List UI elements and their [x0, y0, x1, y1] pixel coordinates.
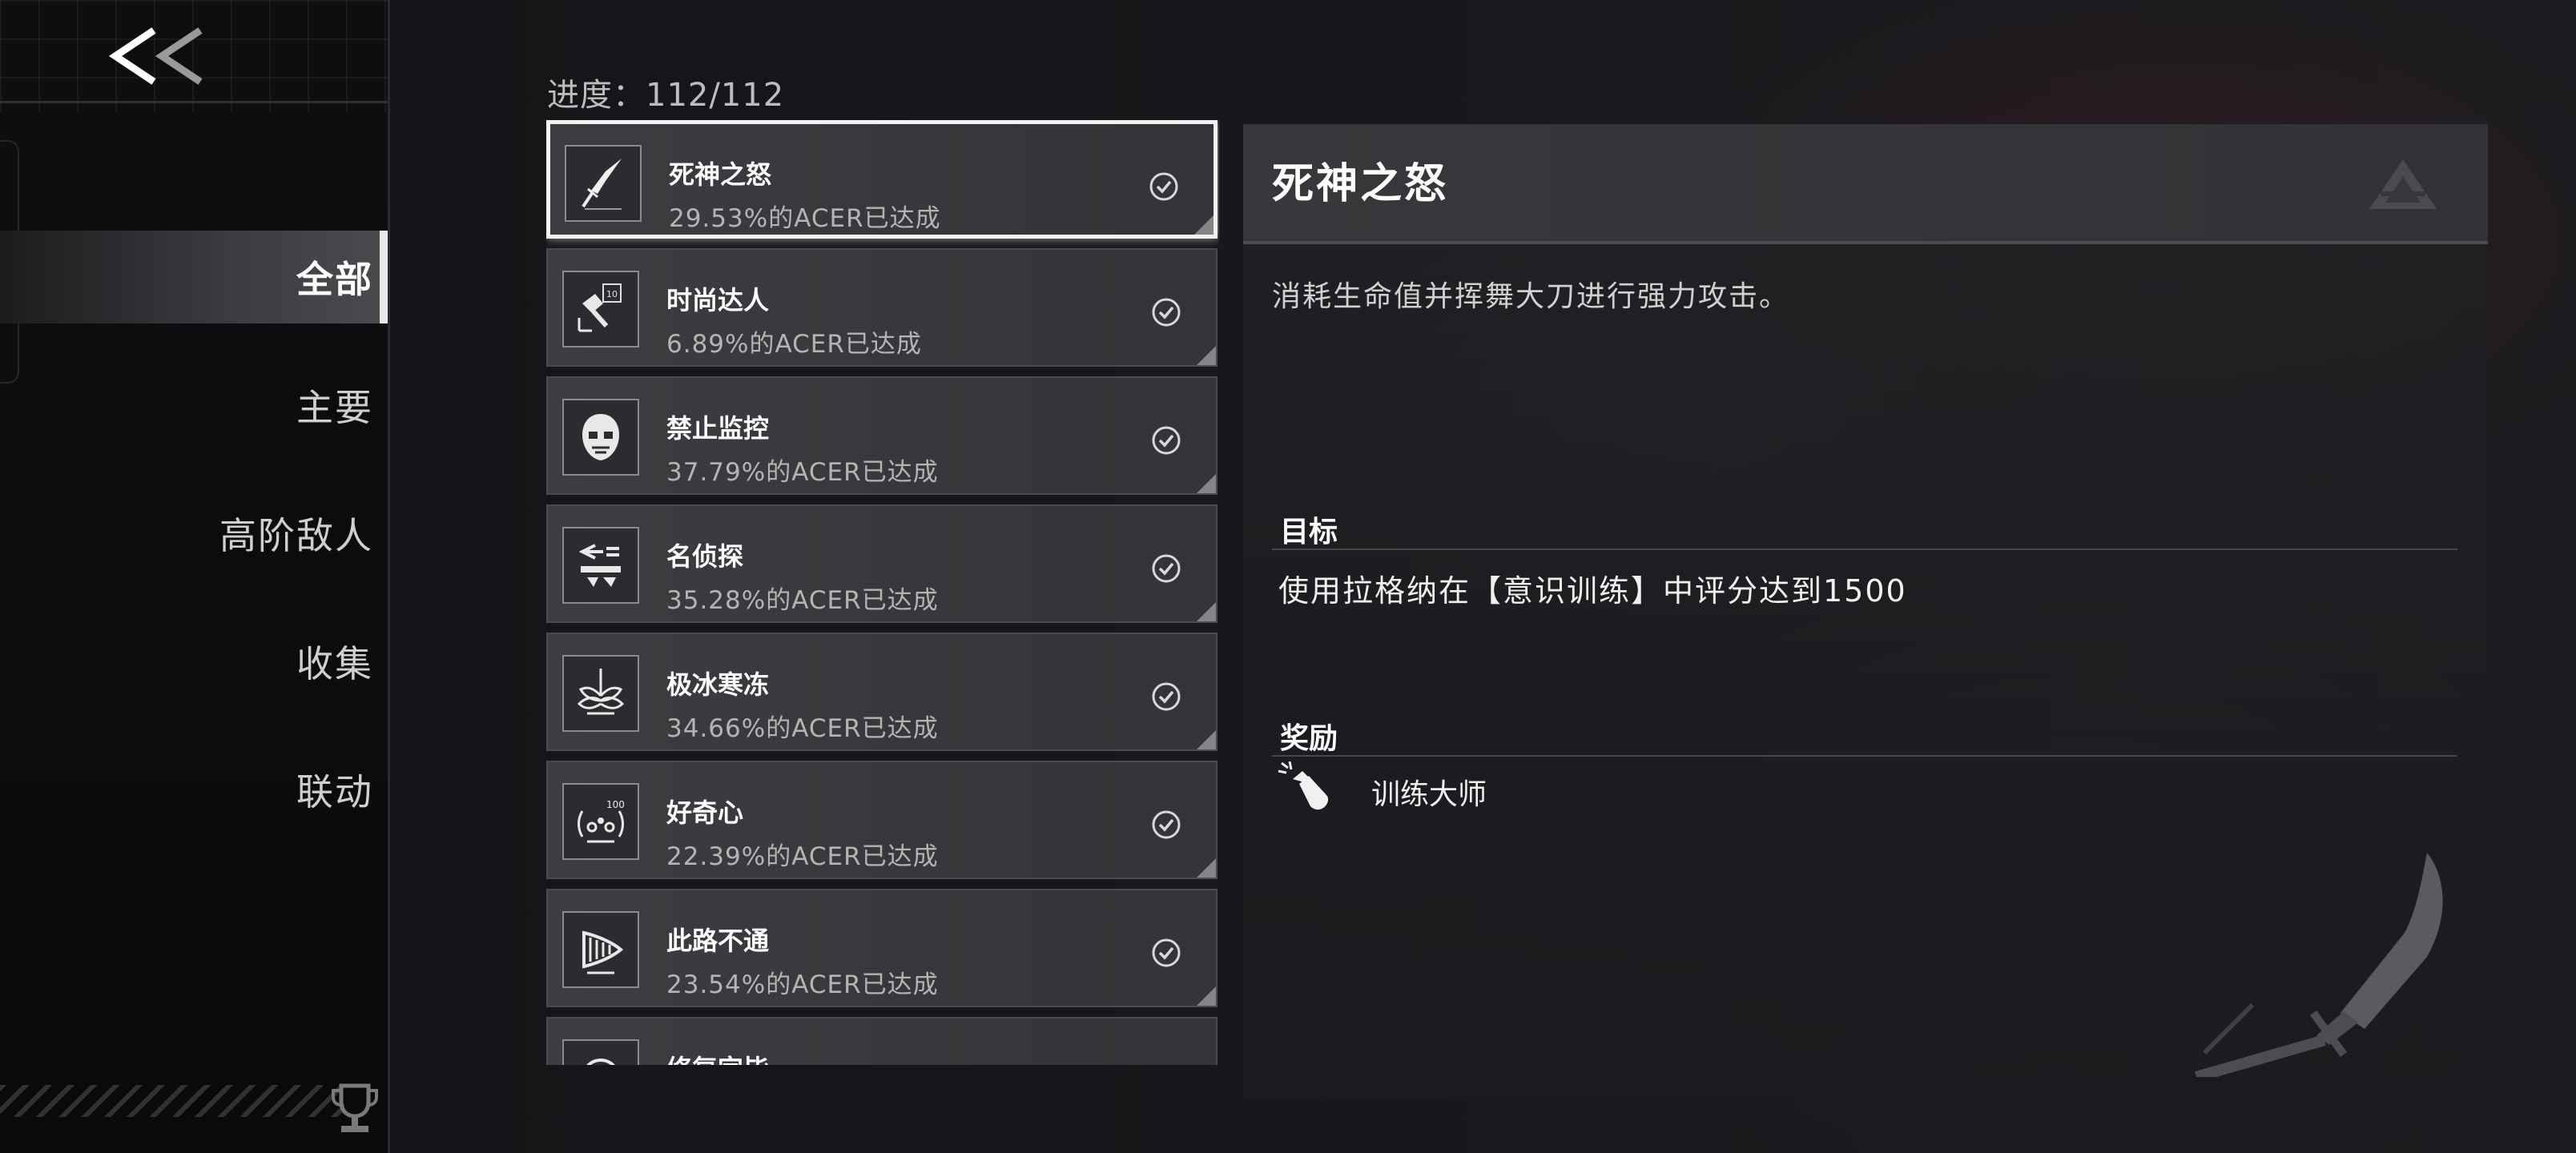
- detail-title: 死神之怒: [1272, 160, 1449, 208]
- check-circle-icon: [1152, 810, 1181, 839]
- repair-icon: [586, 1059, 615, 1065]
- achievement-icon-frame: [562, 655, 639, 732]
- detective-icon: [578, 544, 621, 587]
- sidebar-item-all[interactable]: 全部: [0, 231, 388, 323]
- achievement-title: 死神之怒: [669, 159, 772, 190]
- sidebar-item-label: 联动: [296, 770, 373, 814]
- achievement-title: 名侦探: [666, 541, 744, 572]
- achievement-card[interactable]: 10 时尚达人 6.89%的ACER已达成: [546, 248, 1218, 367]
- card-corner-mark: [1197, 986, 1216, 1006]
- check-circle-icon: [1149, 172, 1178, 201]
- achievement-icon-frame: [562, 911, 639, 988]
- achievement-icon-frame: [562, 527, 639, 604]
- achievement-icon-frame: [565, 145, 642, 222]
- achievement-rate: 23.54%的ACER已达成: [666, 970, 939, 999]
- achievement-rate: 29.53%的ACER已达成: [669, 204, 941, 233]
- achievement-rate: 22.39%的ACER已达成: [666, 842, 939, 871]
- back-button[interactable]: [104, 24, 216, 88]
- drill-icon: [582, 930, 624, 974]
- mask-icon: [582, 414, 619, 460]
- sidebar-item-main[interactable]: 主要: [0, 359, 388, 452]
- check-circle-icon: [1152, 426, 1181, 455]
- achievement-rate: 34.66%的ACER已达成: [666, 714, 939, 743]
- achievement-title: 禁止监控: [666, 413, 770, 444]
- achievement-icon-frame: 10: [562, 271, 639, 348]
- achievement-card[interactable]: 100 好奇心 22.39%的ACER已达成: [546, 761, 1218, 879]
- card-corner-mark: [1197, 858, 1216, 878]
- achievement-rate: 37.79%的ACER已达成: [666, 458, 939, 487]
- reward-text: 训练大师: [1371, 778, 1487, 811]
- goal-label: 目标: [1280, 516, 1338, 548]
- check-circle-icon: [1152, 682, 1181, 711]
- achievement-rate: 6.89%的ACER已达成: [666, 330, 922, 359]
- card-corner-mark: [1194, 215, 1214, 235]
- sidebar-item-label: 主要: [296, 386, 373, 429]
- detail-description: 消耗生命值并挥舞大刀进行强力攻击。: [1272, 280, 1790, 313]
- achievement-title: 极冰寒冻: [666, 669, 770, 700]
- svg-text:10: 10: [606, 289, 618, 299]
- achievement-title: 修复完毕: [666, 1049, 769, 1065]
- decorative-hatch: [0, 1085, 344, 1117]
- fashion-icon: 10: [578, 283, 622, 332]
- sidebar-divider: [0, 101, 388, 103]
- achievement-rate: 35.28%的ACER已达成: [666, 586, 939, 615]
- logo-icon: [2369, 159, 2437, 209]
- sidebar-item-label: 高阶敌人: [219, 514, 373, 557]
- sidebar-item-collection[interactable]: 收集: [0, 615, 388, 708]
- card-corner-mark: [1197, 474, 1216, 493]
- card-corner-mark: [1197, 730, 1216, 749]
- sidebar-item-elite-enemies[interactable]: 高阶敌人: [0, 487, 388, 580]
- achievement-icon-frame: [562, 1039, 639, 1065]
- blade-art-icon: [2195, 853, 2443, 1077]
- sidebar-item-label: 全部: [296, 258, 373, 301]
- achievement-list[interactable]: 死神之怒 29.53%的ACER已达成 10 时尚达人 6.89%的ACER已达…: [546, 120, 1219, 1065]
- reward-divider: [1272, 755, 2457, 757]
- goal-divider: [1272, 548, 2457, 550]
- achievement-card[interactable]: 此路不通 23.54%的ACER已达成: [546, 889, 1218, 1007]
- progress-text: 进度：112/112: [547, 77, 785, 114]
- curiosity-icon: 100: [578, 799, 625, 843]
- trophy-icon[interactable]: [330, 1081, 380, 1137]
- reward-label: 奖励: [1280, 722, 1338, 755]
- check-circle-icon: [1152, 554, 1181, 583]
- svg-text:100: 100: [606, 799, 625, 810]
- card-corner-mark: [1197, 346, 1216, 365]
- detail-header: 死神之怒: [1243, 124, 2488, 244]
- achievement-card[interactable]: 修复完毕: [546, 1017, 1218, 1065]
- goal-text: 使用拉格纳在【意识训练】中评分达到1500: [1278, 573, 1907, 609]
- achievement-title: 好奇心: [666, 797, 744, 828]
- sidebar-item-collab[interactable]: 联动: [0, 743, 388, 836]
- bottle-icon: [1278, 761, 1329, 810]
- achievement-title: 时尚达人: [666, 285, 770, 315]
- achievement-card[interactable]: 极冰寒冻 34.66%的ACER已达成: [546, 633, 1218, 751]
- ice-icon: [577, 669, 625, 715]
- achievement-card[interactable]: 禁止监控 37.79%的ACER已达成: [546, 376, 1218, 495]
- sidebar: 全部 主要 高阶敌人 收集 联动: [0, 0, 390, 1153]
- achievement-title: 此路不通: [666, 926, 770, 956]
- card-corner-mark: [1197, 602, 1216, 621]
- check-circle-icon: [1152, 938, 1181, 967]
- check-circle-icon: [1152, 298, 1181, 327]
- achievement-icon-frame: 100: [562, 783, 639, 860]
- achievement-card[interactable]: 死神之怒 29.53%的ACER已达成: [546, 120, 1218, 239]
- achievement-icon-frame: [562, 399, 639, 476]
- blade-icon: [582, 159, 622, 210]
- achievement-card[interactable]: 名侦探 35.28%的ACER已达成: [546, 504, 1218, 623]
- achievement-detail-panel: 死神之怒 消耗生命值并挥舞大刀进行强力攻击。 目标 使用拉格纳在【意识训练】中评…: [1243, 124, 2488, 1099]
- sidebar-item-label: 收集: [296, 642, 373, 685]
